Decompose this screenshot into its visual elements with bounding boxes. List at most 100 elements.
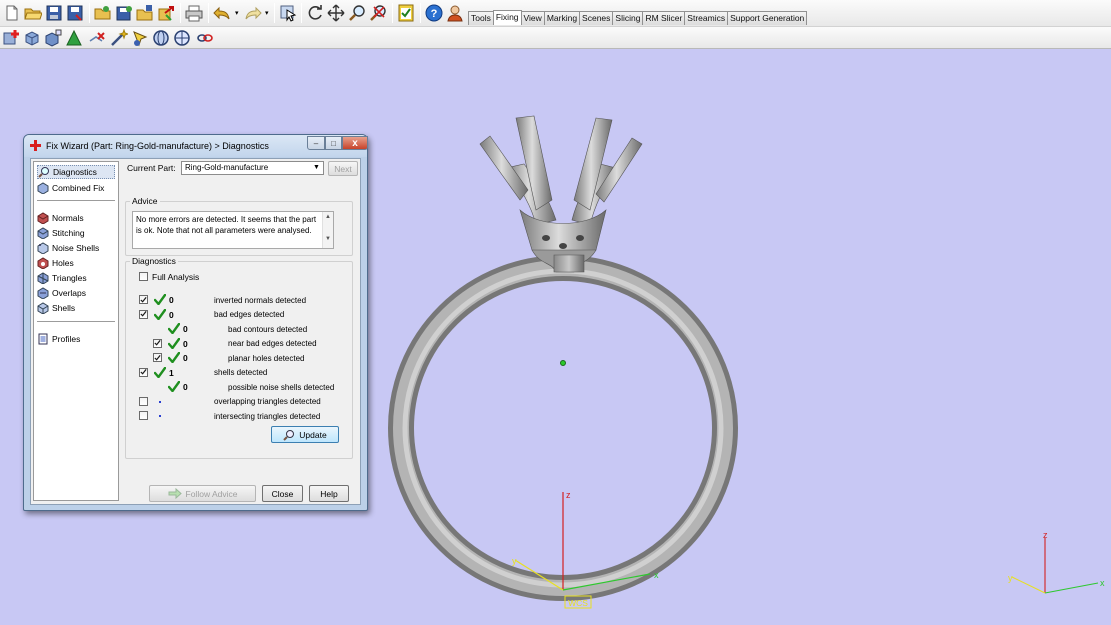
nav-item-label: Triangles [52,273,87,283]
advice-text-box: No more errors are detected. It seems th… [132,211,334,249]
dialog-titlebar[interactable]: Fix Wizard (Part: Ring-Gold-manufacture)… [24,135,368,157]
diagnostic-count: 0 [169,309,174,320]
print-icon[interactable] [184,3,204,23]
follow-advice-label: Follow Advice [185,488,238,499]
tab-support-generation[interactable]: Support Generation [727,11,808,25]
diagnostic-checkbox[interactable] [139,309,148,319]
diagnostic-label: planar holes detected [228,353,305,363]
link-icon[interactable] [195,28,215,48]
nav-item-diagnostics[interactable]: Diagnostics [37,165,115,179]
follow-advice-button[interactable]: Follow Advice [149,485,256,502]
diagnostics-title: Diagnostics [130,256,178,266]
toolbar-separator [89,3,90,23]
fix-wizard-icon[interactable] [1,28,21,48]
nav-item-label: Diagnostics [53,167,97,177]
maximize-button[interactable]: □ [325,136,342,150]
nav-item-combined-fix[interactable]: Combined Fix [37,181,104,195]
tab-scenes[interactable]: Scenes [579,11,614,25]
nav-item-noise-shells[interactable]: Noise Shells [37,241,99,255]
rotate-icon[interactable] [305,3,325,23]
advice-text: No more errors are detected. It seems th… [136,215,317,235]
diagnostic-checkbox[interactable] [153,353,162,362]
diagnostic-checkbox[interactable] [139,396,148,406]
diagnostic-label: bad contours detected [228,324,308,334]
diagnostic-checkbox[interactable] [153,338,162,348]
tab-slicing[interactable]: Slicing [612,11,644,25]
nav-divider [37,321,115,322]
save-icon[interactable] [44,3,64,23]
advisor-icon[interactable] [445,3,465,23]
wcs-label: WCS [568,598,588,608]
triangle-icon[interactable] [64,28,84,48]
update-button-label: Update [299,429,327,440]
nav-item-normals[interactable]: Normals [37,211,84,225]
corner-z-label: z [1043,530,1048,540]
redo-icon[interactable] [243,3,263,23]
open-project-icon[interactable] [135,3,155,23]
part-box-icon[interactable] [22,28,42,48]
tab-marking[interactable]: Marking [543,11,581,25]
nav-divider [37,200,115,201]
diagnostic-label: bad edges detected [214,310,285,319]
advice-group: Advice No more errors are detected. It s… [125,196,353,256]
zoom-fit-icon[interactable] [368,3,388,23]
load-part-icon[interactable] [93,3,113,23]
diagnostic-checkbox[interactable] [139,295,148,304]
toolbar-separator [420,3,421,23]
toolbar-separator [301,3,302,23]
open-folder-icon[interactable] [23,3,43,23]
pan-icon[interactable] [326,3,346,23]
profiles-icon [38,333,48,345]
not-analysed-dot-icon [159,415,161,417]
select-icon[interactable] [278,3,298,23]
nav-item-label: Profiles [52,334,81,344]
help-button[interactable]: Help [309,485,349,502]
checklist-icon[interactable] [396,3,416,23]
diagnostics-group: Diagnostics Full Analysis 0 inverted norm… [125,256,353,459]
remove-icon[interactable] [87,28,107,48]
close-button[interactable]: Close [262,485,303,502]
diagnostic-label: near bad edges detected [228,339,317,348]
nav-item-triangles[interactable]: Triangles [37,271,87,285]
diagnostic-checkbox[interactable] [139,411,148,420]
next-button[interactable]: Next [328,161,358,176]
zoom-icon[interactable] [347,3,367,23]
pick-icon[interactable] [130,28,150,48]
sphere-icon[interactable] [151,28,171,48]
arrow-right-icon [168,488,182,499]
new-file-icon[interactable] [2,3,22,23]
update-button[interactable]: Update [271,426,339,443]
undo-icon[interactable] [212,3,232,23]
nav-item-holes[interactable]: Holes [37,256,74,270]
full-analysis-checkbox[interactable] [139,272,148,281]
diagnostic-checkbox[interactable] [139,367,148,377]
tab-tools[interactable]: Tools [468,11,494,25]
holes-icon [37,257,49,269]
nav-item-label: Holes [52,258,74,268]
wand-icon[interactable] [109,28,129,48]
current-part-select[interactable]: Ring-Gold-manufacture ▼ [181,161,324,175]
undo-dropdown-icon[interactable]: ▾ [235,9,239,17]
save-part-icon[interactable] [114,3,134,23]
part-select-icon[interactable] [43,28,63,48]
globe-icon[interactable] [172,28,192,48]
help-icon[interactable]: ? [424,3,444,23]
tab-streamics[interactable]: Streamics [684,11,729,25]
not-analysed-dot-icon [159,400,161,403]
nav-item-stitching[interactable]: Stitching [37,226,85,240]
export-icon[interactable] [156,3,176,23]
save-as-icon[interactable] [65,3,85,23]
tab-fixing[interactable]: Fixing [492,10,522,25]
close-window-button[interactable]: x [342,136,368,150]
nav-item-overlaps[interactable]: Overlaps [37,286,86,300]
redo-dropdown-icon[interactable]: ▾ [265,9,269,17]
nav-item-profiles[interactable]: Profiles [37,332,80,346]
nav-item-shells[interactable]: Shells [37,301,75,315]
tab-view[interactable]: View [520,11,545,25]
advice-scrollbar[interactable]: ▲ ▼ [322,212,333,248]
minimize-button[interactable]: – [307,136,325,150]
check-mark-icon [167,380,181,393]
tab-rm-slicer[interactable]: RM Slicer [642,11,686,25]
fix-wizard-nav: Diagnostics Combined Fix Normals Stitchi… [33,161,119,501]
current-part-label: Current Part: [127,163,176,173]
